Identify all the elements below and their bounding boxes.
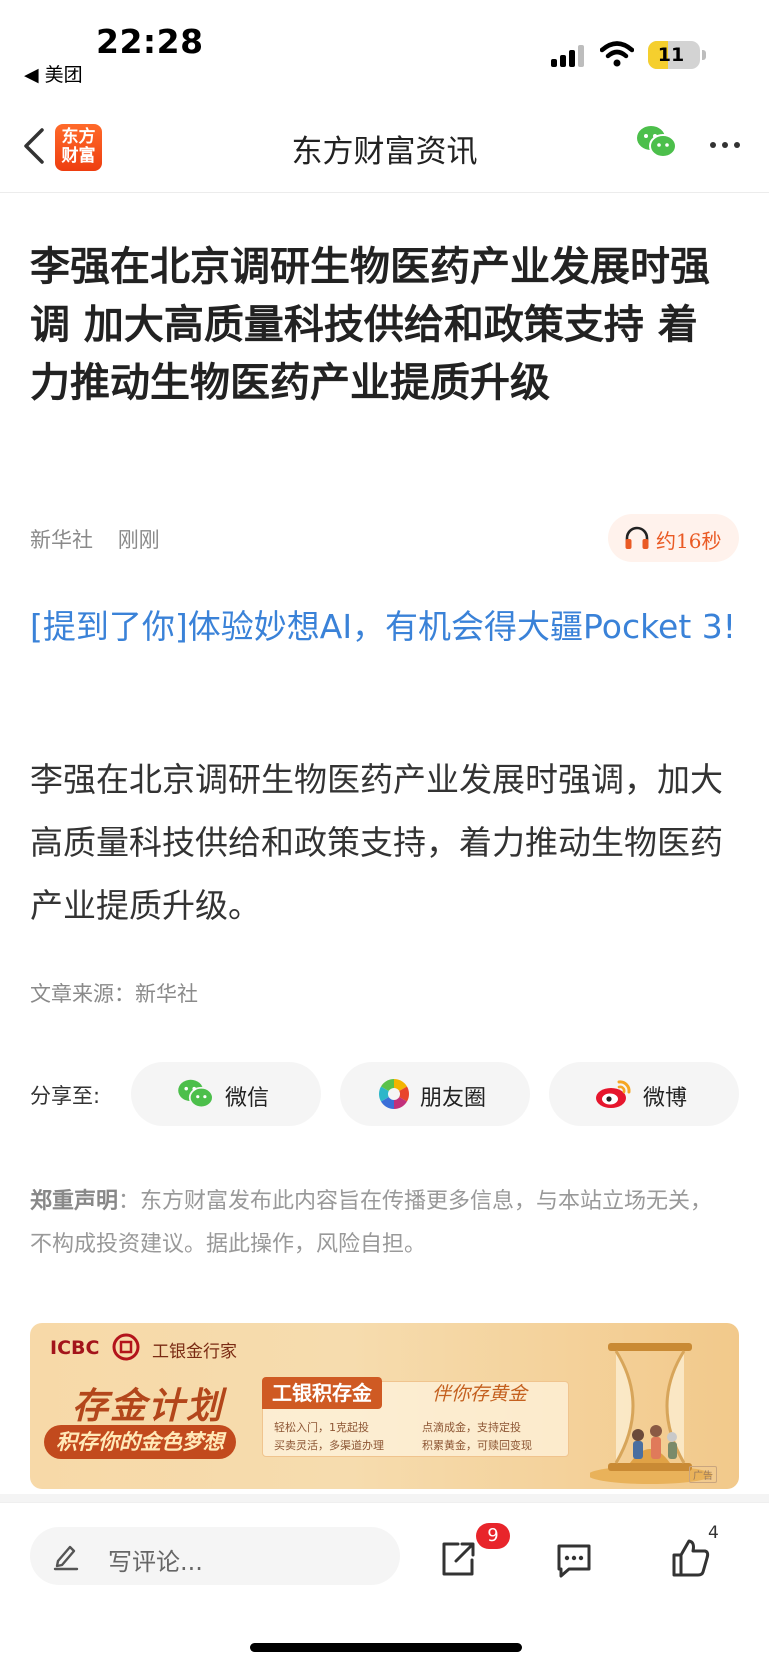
- share-label: 分享至:: [30, 1084, 101, 1108]
- weibo-icon: [596, 1080, 631, 1108]
- share-count-badge: 9: [476, 1523, 510, 1549]
- section-divider: [0, 1494, 769, 1502]
- share-moments-button[interactable]: 朋友圈: [340, 1062, 530, 1126]
- share-moments-label: 朋友圈: [420, 1086, 487, 1111]
- back-to-app-link[interactable]: ◀ 美团: [24, 60, 83, 87]
- disclaimer-text: ：东方财富发布此内容旨在传播更多信息，与本站立场无关，不构成投资建议。据此操作，…: [30, 1189, 713, 1257]
- headphones-icon: [625, 526, 649, 549]
- ad-brand: ICBC: [50, 1337, 99, 1359]
- article-body: 李强在北京调研生物医药产业发展时强调，加大高质量科技供给和政策支持，着力推动生物…: [30, 760, 723, 925]
- status-bar: 22:28 ◀ 美团 11: [0, 0, 769, 100]
- wifi-icon: [600, 41, 634, 67]
- wechat-icon: [178, 1079, 214, 1109]
- share-wechat-label: 微信: [225, 1086, 270, 1111]
- article-time: 刚刚: [117, 528, 160, 552]
- ad-label: 广告: [689, 1466, 717, 1483]
- like-count: 4: [708, 1523, 719, 1543]
- home-indicator: [250, 1643, 522, 1652]
- ad-feature-item: 买卖灵活，多渠道办理: [274, 1439, 384, 1452]
- comment-placeholder: 写评论...: [108, 1548, 203, 1576]
- comments-icon[interactable]: [554, 1541, 594, 1581]
- article-source-line: 文章来源：新华社: [30, 982, 198, 1006]
- more-options-icon[interactable]: [708, 128, 742, 162]
- battery-indicator: 11: [648, 41, 700, 69]
- nav-bar: 东方 财富 东方财富资讯: [0, 100, 769, 193]
- ad-product: 工银积存金: [262, 1377, 382, 1409]
- ad-subtitle: 积存你的金色梦想: [44, 1425, 236, 1459]
- moments-icon: [378, 1079, 410, 1109]
- status-time: 22:28: [96, 22, 204, 61]
- ad-brand-name: ICBC: [50, 1337, 100, 1359]
- wechat-share-icon[interactable]: [636, 124, 678, 160]
- disclaimer-title: 郑重声明: [30, 1189, 119, 1214]
- like-icon[interactable]: [670, 1537, 712, 1579]
- comment-input[interactable]: 写评论...: [30, 1527, 400, 1585]
- share-icon[interactable]: [438, 1539, 478, 1579]
- icbc-logo-icon: [112, 1333, 140, 1361]
- battery-tip: [702, 50, 706, 60]
- ad-feature-item: 积累黄金，可赎回变现: [422, 1439, 532, 1452]
- share-wechat-button[interactable]: 微信: [131, 1062, 321, 1126]
- ad-banner[interactable]: ICBC 工银金行家 存金计划 积存你的金色梦想 工银积存金 伴你存黄金 轻松入…: [30, 1323, 739, 1489]
- article-meta: 新华社 刚刚: [30, 524, 160, 554]
- battery-level: 11: [657, 44, 685, 66]
- listen-audio-button[interactable]: 约16秒: [608, 514, 739, 562]
- cellular-signal-icon: [551, 45, 584, 67]
- article-headline: 李强在北京调研生物医药产业发展时强调 加大高质量科技供给和政策支持 着力推动生物…: [30, 244, 710, 406]
- disclaimer: 郑重声明：东方财富发布此内容旨在传播更多信息，与本站立场无关，不构成投资建议。据…: [30, 1180, 730, 1266]
- share-weibo-label: 微博: [643, 1086, 688, 1111]
- ad-brand-cn: 工银金行家: [152, 1342, 237, 1362]
- hourglass-illustration: [590, 1343, 712, 1484]
- article-source: 新华社: [30, 528, 93, 552]
- promo-link[interactable]: [提到了你]体验妙想AI，有机会得大疆Pocket 3!: [30, 596, 742, 658]
- pen-icon: [53, 1545, 79, 1571]
- ad-feature-item: 点滴成金，支持定投: [422, 1421, 521, 1434]
- ad-feature-item: 轻松入门，1克起投: [274, 1421, 369, 1434]
- bottom-action-bar: 写评论... 9 4: [0, 1502, 769, 1666]
- ad-slogan: 伴你存黄金: [432, 1383, 528, 1405]
- audio-duration: 约16秒: [656, 529, 722, 553]
- ad-title: 存金计划: [72, 1386, 225, 1427]
- share-weibo-button[interactable]: 微博: [549, 1062, 739, 1126]
